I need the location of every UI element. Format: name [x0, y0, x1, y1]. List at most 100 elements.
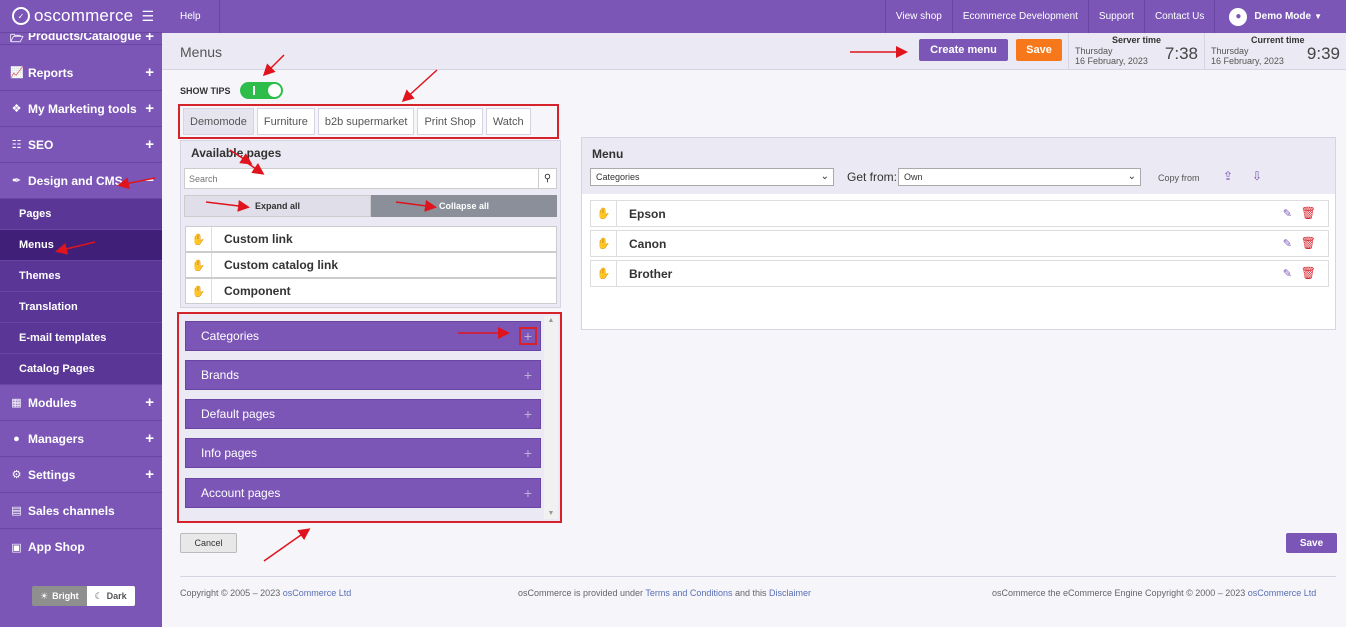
- menu-type-select[interactable]: Categories ⌄: [590, 168, 834, 186]
- sidebar-item-marketing[interactable]: ❖ My Marketing tools +: [0, 91, 162, 127]
- tab-print-shop[interactable]: Print Shop: [417, 108, 483, 135]
- trash-icon[interactable]: 🗑: [1301, 206, 1316, 220]
- group-info-pages[interactable]: Info pages +: [185, 438, 541, 468]
- footer-divider: [180, 576, 1336, 577]
- sidebar-item-sales-channels[interactable]: ▤ Sales channels: [0, 493, 162, 529]
- save-button-top[interactable]: Save: [1016, 39, 1062, 61]
- arrow-tabs: [401, 69, 438, 103]
- sidebar-sub-menus[interactable]: Menus: [0, 230, 162, 261]
- toggle-on-mark: [253, 86, 255, 95]
- sidebar-item-label: Modules: [28, 395, 77, 410]
- menu-item-brother[interactable]: ✋ Brother ✎ 🗑: [590, 260, 1329, 287]
- contact-us-link[interactable]: Contact Us: [1143, 0, 1214, 33]
- search-icon[interactable]: ⚲: [538, 169, 556, 188]
- trash-icon[interactable]: 🗑: [1301, 266, 1316, 280]
- plus-icon: +: [145, 100, 154, 117]
- scroll-down-icon[interactable]: ▼: [544, 509, 558, 519]
- ecommerce-development-link[interactable]: Ecommerce Development: [951, 0, 1088, 33]
- group-label: Default pages: [201, 407, 276, 421]
- plus-icon[interactable]: +: [521, 485, 535, 501]
- server-time-label: Server time: [1112, 35, 1162, 45]
- tab-furniture[interactable]: Furniture: [256, 108, 315, 135]
- view-shop-link[interactable]: View shop: [884, 0, 952, 33]
- help-link[interactable]: Help: [162, 0, 220, 33]
- collapse-all-button[interactable]: Collapse all: [371, 195, 557, 217]
- current-time-date-text: 16 February, 2023: [1211, 56, 1284, 66]
- monitor-icon: ▤: [11, 505, 22, 517]
- sidebar-sub-themes[interactable]: Themes: [0, 261, 162, 292]
- copy-from-link[interactable]: Copy from: [1158, 173, 1200, 183]
- drag-hand-icon[interactable]: ✋: [186, 253, 212, 277]
- drag-hand-icon[interactable]: ✋: [186, 279, 212, 303]
- drag-hand-icon[interactable]: ✋: [591, 231, 617, 256]
- theme-dark-button[interactable]: ☾ Dark: [86, 586, 135, 606]
- list-item-label: Custom link: [224, 232, 293, 246]
- group-brands[interactable]: Brands +: [185, 360, 541, 390]
- scrollbar[interactable]: ▲ ▼: [544, 316, 558, 519]
- theme-dark-label: Dark: [106, 591, 127, 601]
- create-menu-button[interactable]: Create menu: [919, 39, 1008, 61]
- logo[interactable]: ✓ oscommerce ☰: [0, 0, 162, 33]
- sidebar-item-modules[interactable]: ▦ Modules +: [0, 385, 162, 421]
- sidebar-item-reports[interactable]: 📈 Reports +: [0, 55, 162, 91]
- plus-icon[interactable]: +: [521, 445, 535, 461]
- menu-title: Menu: [592, 147, 624, 161]
- scroll-up-icon[interactable]: ▲: [544, 316, 558, 326]
- sidebar-sub-translation[interactable]: Translation: [0, 292, 162, 323]
- sidebar-item-label: Settings: [28, 467, 76, 482]
- page-header: Menus Create menu Save Server time Thurs…: [162, 33, 1346, 70]
- tab-watch[interactable]: Watch: [485, 108, 531, 135]
- server-time-clock: 7:38: [1164, 44, 1198, 63]
- plus-icon[interactable]: +: [521, 406, 535, 422]
- expand-all-button[interactable]: Expand all: [184, 195, 371, 217]
- sidebar-sub-pages[interactable]: Pages: [0, 199, 162, 230]
- menu-item-canon[interactable]: ✋ Canon ✎ 🗑: [590, 230, 1329, 257]
- user-menu[interactable]: ● Demo Mode ▼: [1214, 0, 1346, 33]
- sidebar-item-design-cms[interactable]: ✒ Design and CMS −: [0, 163, 162, 199]
- sidebar-item-seo[interactable]: ☷ SEO +: [0, 127, 162, 163]
- download-icon[interactable]: ⇩: [1252, 169, 1262, 183]
- support-link[interactable]: Support: [1087, 0, 1144, 33]
- chevron-down-icon: ⌄: [820, 171, 829, 182]
- sidebar-item-products[interactable]: 🗁 Products/Catalogue +: [0, 33, 162, 45]
- group-account-pages[interactable]: Account pages +: [185, 478, 541, 508]
- group-default-pages[interactable]: Default pages +: [185, 399, 541, 429]
- get-from-select[interactable]: Own ⌄: [898, 168, 1141, 186]
- drag-hand-icon[interactable]: ✋: [186, 227, 212, 251]
- drag-hand-icon[interactable]: ✋: [591, 261, 617, 286]
- oscommerce-ltd-link-right[interactable]: osCommerce Ltd: [1248, 588, 1317, 598]
- save-button-bottom[interactable]: Save: [1286, 533, 1337, 553]
- sidebar-sub-email-templates[interactable]: E-mail templates: [0, 323, 162, 354]
- plus-icon[interactable]: +: [519, 327, 537, 345]
- search-input[interactable]: [185, 169, 538, 188]
- sidebar-item-managers[interactable]: ● Managers +: [0, 421, 162, 457]
- sidebar-item-app-shop[interactable]: ▣ App Shop: [0, 529, 162, 565]
- list-item-custom-catalog-link[interactable]: ✋ Custom catalog link: [185, 252, 557, 278]
- hamburger-icon[interactable]: ☰: [141, 8, 154, 25]
- show-tips-toggle[interactable]: [240, 82, 283, 99]
- tab-b2b-supermarket[interactable]: b2b supermarket: [317, 108, 415, 135]
- caret-down-icon: ▼: [1314, 12, 1322, 21]
- edit-icon[interactable]: ✎: [1283, 267, 1292, 280]
- plus-icon[interactable]: +: [521, 367, 535, 383]
- server-time-day: Thursday: [1075, 46, 1113, 56]
- sidebar-item-settings[interactable]: ⚙ Settings +: [0, 457, 162, 493]
- list-item-custom-link[interactable]: ✋ Custom link: [185, 226, 557, 252]
- group-categories[interactable]: Categories +: [185, 321, 541, 351]
- disclaimer-link[interactable]: Disclaimer: [769, 588, 811, 598]
- theme-bright-button[interactable]: ☀ Bright: [32, 586, 87, 606]
- trash-icon[interactable]: 🗑: [1301, 236, 1316, 250]
- menu-item-epson[interactable]: ✋ Epson ✎ 🗑: [590, 200, 1329, 227]
- cancel-button[interactable]: Cancel: [180, 533, 237, 553]
- terms-link[interactable]: Terms and Conditions: [645, 588, 732, 598]
- tab-demomode[interactable]: Demomode: [183, 108, 254, 135]
- edit-icon[interactable]: ✎: [1283, 237, 1292, 250]
- sidebar-sub-catalog-pages[interactable]: Catalog Pages: [0, 354, 162, 385]
- list-item-component[interactable]: ✋ Component: [185, 278, 557, 304]
- search-box: ⚲: [184, 168, 557, 189]
- upload-icon[interactable]: ⇪: [1223, 169, 1233, 183]
- oscommerce-ltd-link[interactable]: osCommerce Ltd: [283, 588, 352, 598]
- edit-icon[interactable]: ✎: [1283, 207, 1292, 220]
- drag-hand-icon[interactable]: ✋: [591, 201, 617, 226]
- logo-text: oscommerce: [34, 6, 134, 25]
